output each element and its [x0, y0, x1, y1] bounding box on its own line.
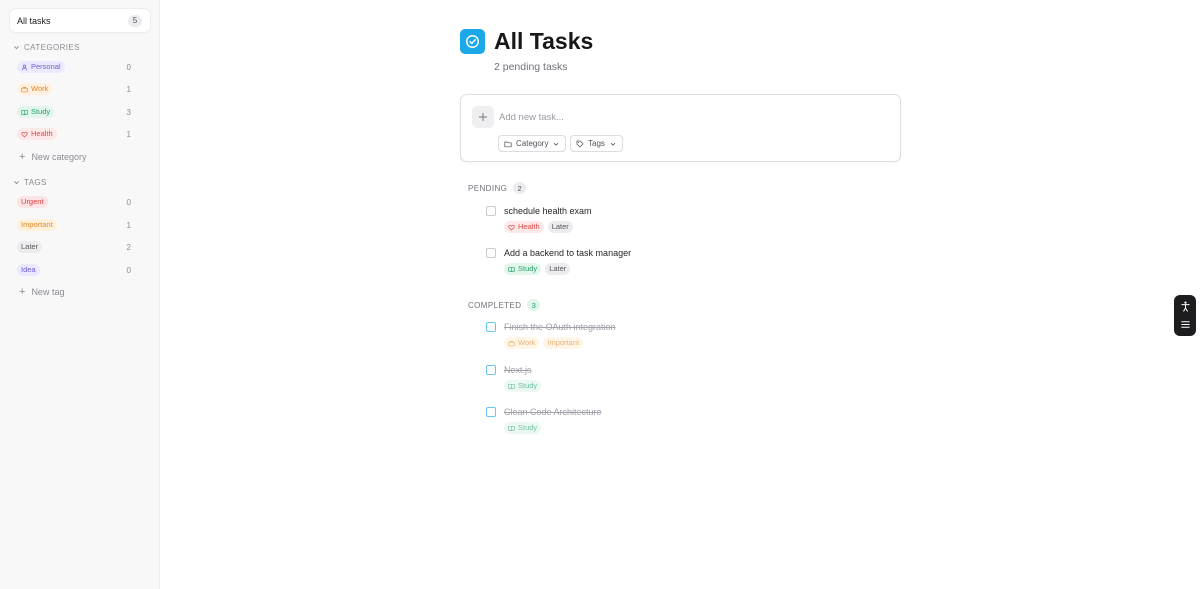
book-icon — [21, 109, 28, 115]
category-count: 1 — [126, 129, 131, 139]
new-task-card: Category Tags — [460, 94, 901, 162]
accessibility-widget — [1174, 295, 1196, 336]
tags-section-toggle[interactable]: TAGS — [13, 178, 47, 187]
pending-group-header: PENDING 2 — [468, 182, 527, 194]
sidebar-all-tasks[interactable]: All tasks 5 — [10, 9, 150, 32]
task-title[interactable]: Clean Code Architecture — [504, 407, 602, 417]
accessibility-icon[interactable] — [1178, 300, 1192, 314]
user-icon — [21, 64, 28, 70]
book-icon — [508, 266, 515, 272]
page-title: All Tasks — [494, 28, 594, 54]
task-item: schedule health exam Health Later — [486, 206, 886, 233]
category-select-label: Category — [516, 139, 549, 148]
task-item: Clean Code Architecture Study — [486, 407, 886, 434]
categories-heading: CATEGORIES — [24, 43, 80, 52]
tag-icon — [576, 140, 584, 148]
completed-count: 3 — [527, 299, 541, 311]
pending-count: 2 — [513, 182, 527, 194]
category-badge-study: Study — [504, 422, 542, 434]
task-title[interactable]: Finish the OAuth integration — [504, 322, 616, 332]
completed-group-header: COMPLETED 3 — [468, 299, 541, 311]
task-item: Finish the OAuth integration Work Import… — [486, 322, 886, 349]
task-checkbox[interactable] — [486, 248, 496, 258]
briefcase-icon — [21, 86, 28, 92]
book-icon — [508, 425, 515, 431]
tags-select-label: Tags — [588, 139, 605, 148]
plus-icon — [479, 113, 487, 121]
new-tag-label: New tag — [31, 287, 65, 297]
sidebar-category-health[interactable]: Health 1 — [17, 127, 131, 141]
category-badge-study: Study — [17, 106, 55, 118]
sidebar-category-work[interactable]: Work 1 — [17, 82, 131, 96]
sidebar-tag-important[interactable]: Important 1 — [17, 218, 131, 232]
task-title[interactable]: schedule health exam — [504, 206, 592, 216]
pending-summary: 2 pending tasks — [494, 61, 568, 73]
category-badge-health: Health — [504, 221, 544, 233]
menu-icon[interactable] — [1178, 317, 1192, 331]
sidebar-tag-idea[interactable]: Idea 0 — [17, 263, 131, 277]
tag-count: 0 — [126, 265, 131, 275]
heart-icon — [508, 224, 515, 231]
category-badge-personal: Personal — [17, 61, 65, 73]
tag-badge-later: Later — [17, 241, 43, 253]
sidebar-tag-urgent[interactable]: Urgent 0 — [17, 195, 131, 209]
task-checkbox[interactable] — [486, 206, 496, 216]
chevron-down-icon — [610, 142, 616, 146]
book-icon — [508, 383, 515, 389]
heart-icon — [21, 131, 28, 138]
tags-select-button[interactable]: Tags — [570, 135, 623, 152]
tag-badge-urgent: Urgent — [17, 196, 48, 208]
tag-badge-important: Important — [17, 219, 57, 231]
category-badge-work: Work — [504, 337, 540, 349]
tag-badge-important: Important — [543, 337, 584, 349]
new-category-button[interactable]: + New category — [19, 150, 87, 163]
new-tag-button[interactable]: + New tag — [19, 285, 65, 298]
tag-badge-later: Later — [547, 221, 573, 233]
task-checkbox[interactable] — [486, 322, 496, 332]
tag-count: 2 — [126, 242, 131, 252]
task-title[interactable]: Add a backend to task manager — [504, 248, 631, 258]
sidebar-category-personal[interactable]: Personal 0 — [17, 60, 131, 74]
task-title[interactable]: Next.js — [504, 365, 532, 375]
sidebar: All tasks 5 CATEGORIES Personal 0 Work 1… — [0, 0, 160, 589]
completed-heading: COMPLETED — [468, 300, 522, 310]
tag-count: 1 — [126, 220, 131, 230]
all-tasks-label: All tasks — [17, 15, 51, 26]
category-badge-health: Health — [17, 128, 57, 140]
category-count: 3 — [126, 107, 131, 117]
tag-badge-idea: Idea — [17, 264, 40, 276]
sidebar-tag-later[interactable]: Later 2 — [17, 240, 131, 254]
category-select-button[interactable]: Category — [498, 135, 567, 152]
tag-count: 0 — [126, 197, 131, 207]
sidebar-category-study[interactable]: Study 3 — [17, 105, 131, 119]
category-badge-study: Study — [504, 263, 542, 275]
task-item: Next.js Study — [486, 365, 886, 392]
add-task-button[interactable] — [472, 106, 494, 128]
briefcase-icon — [508, 340, 515, 346]
category-count: 1 — [126, 84, 131, 94]
task-checkbox[interactable] — [486, 365, 496, 375]
tags-heading: TAGS — [24, 178, 47, 187]
chevron-down-icon — [14, 181, 19, 185]
folder-icon — [504, 141, 512, 147]
task-checkbox[interactable] — [486, 407, 496, 417]
chevron-down-icon — [554, 142, 559, 146]
pending-heading: PENDING — [468, 183, 508, 193]
plus-icon: + — [19, 285, 26, 298]
check-circle-icon — [460, 29, 485, 54]
category-badge-work: Work — [17, 83, 53, 95]
category-count: 0 — [126, 62, 131, 72]
category-badge-study: Study — [504, 380, 542, 392]
task-item: Add a backend to task manager Study Late… — [486, 248, 886, 275]
tag-badge-later: Later — [545, 263, 571, 275]
plus-icon: + — [19, 150, 26, 163]
new-task-input[interactable] — [499, 109, 879, 125]
new-category-label: New category — [31, 152, 87, 162]
chevron-down-icon — [14, 46, 19, 50]
categories-section-toggle[interactable]: CATEGORIES — [13, 43, 80, 52]
all-tasks-count: 5 — [128, 14, 142, 27]
